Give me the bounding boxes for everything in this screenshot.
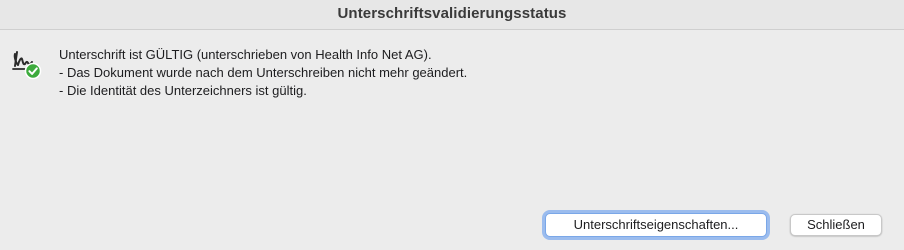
- signature-properties-button[interactable]: Unterschriftseigenschaften...: [545, 213, 767, 237]
- status-line-identity: - Die Identität des Unterzeichners ist g…: [59, 83, 307, 98]
- close-button[interactable]: Schließen: [790, 214, 882, 236]
- status-line-valid: Unterschrift ist GÜLTIG (unterschrieben …: [59, 47, 432, 62]
- dialog-title: Unterschriftsvalidierungsstatus: [337, 5, 567, 22]
- signature-validation-dialog: Unterschriftsvalidierungsstatus Untersch…: [0, 0, 904, 250]
- status-line-unchanged: - Das Dokument wurde nach dem Unterschre…: [59, 65, 468, 80]
- dialog-titlebar: Unterschriftsvalidierungsstatus: [0, 0, 904, 30]
- status-message: Unterschrift ist GÜLTIG (unterschrieben …: [59, 46, 467, 100]
- signature-valid-icon: [12, 47, 44, 83]
